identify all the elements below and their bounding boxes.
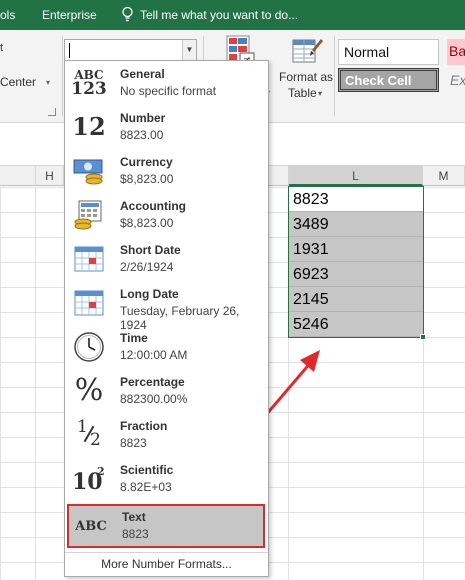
format-name: Percentage [120, 375, 185, 389]
format-example: 8823.00 [120, 128, 164, 142]
format-item-long-date[interactable]: Long Date Tuesday, February 26, 1924 [65, 281, 268, 332]
format-name: Number [120, 111, 166, 125]
format-name: Time [120, 331, 148, 345]
icon-12-text: 12 [72, 112, 106, 141]
currency-icon [71, 155, 107, 187]
calendar-icon [71, 243, 107, 275]
accounting-icon [71, 199, 107, 231]
format-name: Long Date [120, 287, 179, 301]
number-format-dropdown: ABC 123 General No specific format 12 Nu… [64, 60, 269, 577]
format-item-currency[interactable]: Currency $8,823.00 [65, 149, 268, 193]
format-name: Accounting [120, 199, 186, 213]
icon-fraction-denominator: 2 [90, 430, 101, 450]
format-example: 8823 [120, 436, 147, 450]
icon-percent-text: % [74, 373, 104, 408]
scientific-icon: 10 2 [71, 463, 107, 495]
fraction-icon: 1 2 [71, 419, 107, 451]
format-item-number[interactable]: 12 Number 8823.00 [65, 105, 268, 149]
format-item-percentage[interactable]: % Percentage 882300.00% [65, 369, 268, 413]
icon-exponent-text: 2 [97, 465, 105, 478]
more-number-formats-link[interactable]: More Number Formats... [65, 552, 268, 576]
format-name: Short Date [120, 243, 181, 257]
icon-fraction-numerator: 1 [77, 417, 88, 437]
icon-123-text: 123 [71, 78, 107, 99]
format-example: No specific format [120, 84, 217, 98]
format-item-fraction[interactable]: 1 2 Fraction 8823 [65, 413, 268, 457]
calendar-icon [71, 287, 107, 319]
abc-123-icon: ABC 123 [71, 67, 107, 99]
percent-icon: % [71, 375, 107, 407]
format-item-scientific[interactable]: 10 2 Scientific 8.82E+03 [65, 457, 268, 501]
format-name: Fraction [120, 419, 168, 433]
clock-icon [71, 331, 107, 363]
more-number-formats-label: More Number Formats... [101, 557, 232, 571]
format-item-time[interactable]: Time 12:00:00 AM [65, 325, 268, 369]
number-12-icon: 12 [71, 111, 107, 143]
format-item-short-date[interactable]: Short Date 2/26/1924 [65, 237, 268, 281]
format-name: Scientific [120, 463, 174, 477]
format-item-general[interactable]: ABC 123 General No specific format [65, 61, 268, 105]
format-item-accounting[interactable]: Accounting $8,823.00 [65, 193, 268, 237]
format-example: 12:00:00 AM [120, 348, 188, 362]
format-example: 882300.00% [120, 392, 188, 406]
format-example: 2/26/1924 [120, 260, 174, 274]
format-name: General [120, 67, 165, 81]
format-name: Currency [120, 155, 173, 169]
format-example: $8,823.00 [120, 216, 174, 230]
format-example: $8,823.00 [120, 172, 174, 186]
format-example: 8.82E+03 [120, 480, 172, 494]
highlight-box [67, 504, 265, 548]
